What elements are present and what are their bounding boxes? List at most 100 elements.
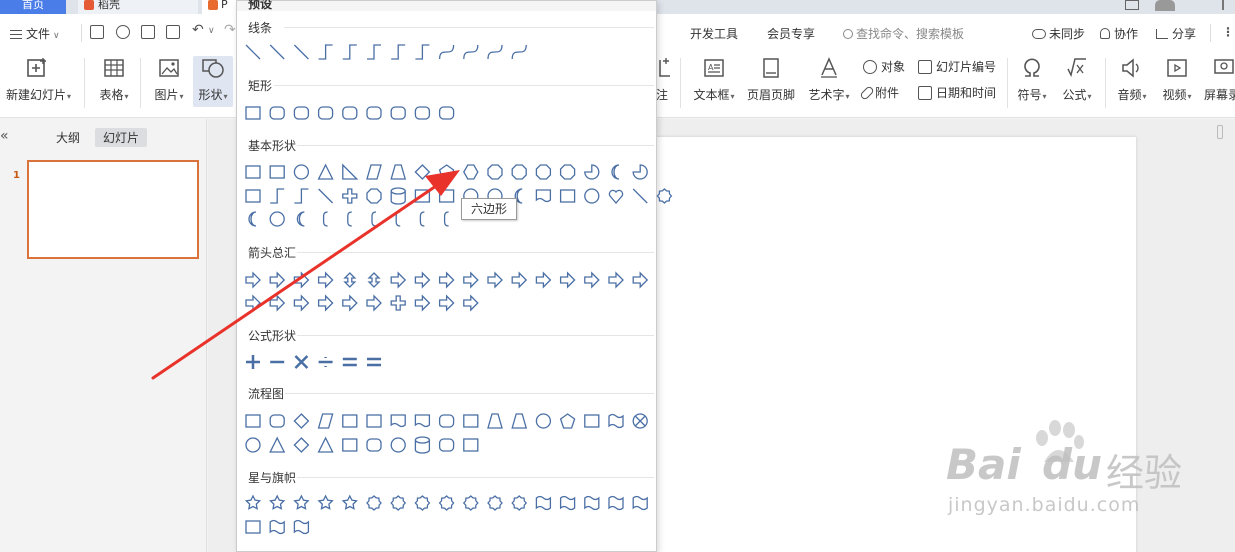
shape-flow-b-2[interactable] — [269, 436, 286, 453]
shape-arrow-a-11[interactable] — [487, 271, 503, 289]
shape-equation-1[interactable] — [246, 355, 260, 369]
shape-flow-b-8[interactable] — [414, 436, 431, 454]
shape-flow-b-3[interactable] — [293, 437, 310, 453]
shape-star-a-12[interactable] — [511, 495, 528, 511]
shape-basic-a-11[interactable] — [487, 164, 503, 180]
shape-basic-a-10[interactable] — [463, 164, 479, 180]
shape-equation-3[interactable] — [294, 355, 309, 369]
shape-line-8[interactable] — [415, 44, 430, 60]
shape-arrow-b-8[interactable] — [414, 294, 431, 312]
shape-basic-c-1[interactable] — [248, 211, 257, 227]
shape-star-a-14[interactable] — [559, 495, 576, 511]
shape-basic-a-7[interactable] — [390, 164, 407, 180]
shape-basic-b-9[interactable] — [438, 189, 455, 203]
shape-basic-c-8[interactable] — [419, 211, 425, 227]
shape-line-7[interactable] — [391, 44, 406, 60]
shape-basic-a-2[interactable] — [269, 165, 285, 179]
shape-basic-b-15[interactable] — [584, 188, 600, 204]
shape-basic-b-7[interactable] — [390, 187, 406, 205]
shape-basic-b-2[interactable] — [270, 188, 285, 204]
shape-star-b-3[interactable] — [293, 519, 310, 535]
shape-flow-a-8[interactable] — [414, 414, 431, 428]
shape-arrow-a-5[interactable] — [343, 272, 357, 288]
shape-basic-b-18[interactable] — [656, 188, 673, 204]
shape-rect-5[interactable] — [342, 106, 358, 120]
shape-flow-a-4[interactable] — [317, 413, 334, 429]
shape-star-b-2[interactable] — [269, 519, 285, 535]
shape-line-12[interactable] — [511, 44, 527, 60]
shape-line-3[interactable] — [293, 44, 309, 60]
shape-line-2[interactable] — [269, 44, 285, 60]
shape-arrow-a-15[interactable] — [584, 271, 600, 289]
shape-basic-a-5[interactable] — [342, 163, 359, 180]
shape-basic-b-16[interactable] — [608, 189, 624, 204]
shape-star-a-4[interactable] — [317, 494, 334, 510]
shape-star-a-9[interactable] — [438, 495, 455, 511]
shape-basic-c-3[interactable] — [296, 211, 305, 227]
shape-arrow-a-9[interactable] — [438, 271, 455, 289]
shape-star-a-1[interactable] — [244, 494, 262, 510]
shape-flow-a-1[interactable] — [245, 414, 261, 428]
shape-flow-b-1[interactable] — [245, 437, 261, 453]
shape-basic-b-6[interactable] — [366, 188, 382, 204]
shape-flow-a-11[interactable] — [487, 413, 503, 429]
shape-equation-6[interactable] — [367, 357, 381, 367]
shape-flow-a-12[interactable] — [511, 413, 528, 429]
shape-flow-a-2[interactable] — [269, 414, 285, 428]
shape-basic-c-4[interactable] — [322, 211, 328, 227]
shape-flow-b-5[interactable] — [342, 438, 358, 452]
shape-arrow-b-1[interactable] — [245, 294, 261, 312]
shape-star-a-5[interactable] — [341, 494, 358, 510]
shape-star-a-17[interactable] — [632, 495, 648, 511]
shape-basic-a-8[interactable] — [414, 164, 431, 180]
shape-star-b-1[interactable] — [245, 520, 261, 534]
shape-basic-b-8[interactable] — [414, 189, 431, 203]
shape-basic-b-5[interactable] — [342, 188, 358, 204]
shape-basic-a-16[interactable] — [611, 164, 620, 180]
shape-arrow-b-2[interactable] — [269, 294, 286, 312]
shape-basic-b-4[interactable] — [318, 188, 334, 204]
shape-basic-c-2[interactable] — [269, 211, 285, 227]
shape-line-6[interactable] — [367, 44, 381, 60]
shape-flow-a-10[interactable] — [463, 414, 479, 428]
shape-basic-b-1[interactable] — [245, 189, 261, 203]
shape-line-4[interactable] — [318, 44, 333, 60]
shape-flow-b-4[interactable] — [317, 436, 334, 453]
shape-flow-a-3[interactable] — [293, 413, 310, 429]
shape-flow-a-16[interactable] — [608, 413, 624, 429]
shape-arrow-a-7[interactable] — [390, 271, 407, 289]
shape-star-a-16[interactable] — [608, 495, 624, 511]
shape-basic-a-9[interactable] — [438, 164, 455, 180]
shape-arrow-a-8[interactable] — [414, 271, 431, 289]
shape-line-10[interactable] — [463, 44, 479, 60]
shape-arrow-a-16[interactable] — [608, 271, 624, 289]
shape-basic-b-13[interactable] — [535, 189, 552, 203]
shape-flow-a-6[interactable] — [366, 414, 382, 428]
shape-star-a-15[interactable] — [584, 495, 600, 511]
shape-basic-a-13[interactable] — [535, 164, 552, 180]
shape-star-a-8[interactable] — [414, 495, 431, 511]
shape-flow-b-6[interactable] — [366, 438, 382, 452]
shape-star-a-11[interactable] — [487, 495, 503, 511]
shape-rect-7[interactable] — [390, 106, 406, 120]
shape-arrow-a-3[interactable] — [293, 271, 310, 289]
shape-basic-b-3[interactable] — [294, 188, 309, 204]
shape-arrow-b-7[interactable] — [390, 295, 406, 311]
shape-flow-a-7[interactable] — [390, 414, 406, 428]
shape-arrow-b-5[interactable] — [342, 294, 358, 312]
shape-star-a-13[interactable] — [535, 495, 552, 511]
shape-rect-8[interactable] — [414, 106, 431, 120]
shape-flow-a-9[interactable] — [438, 414, 455, 428]
shape-basic-a-6[interactable] — [366, 164, 382, 180]
shape-rect-6[interactable] — [366, 106, 382, 120]
shape-basic-b-17[interactable] — [632, 188, 648, 204]
shape-arrow-a-2[interactable] — [269, 271, 286, 289]
shape-star-a-3[interactable] — [293, 494, 310, 510]
shape-basic-a-15[interactable] — [584, 164, 600, 180]
shape-basic-a-3[interactable] — [293, 164, 310, 180]
shape-line-5[interactable] — [342, 44, 357, 60]
shape-star-a-10[interactable] — [462, 495, 479, 511]
shape-star-a-2[interactable] — [269, 494, 286, 510]
shape-arrow-b-10[interactable] — [463, 294, 479, 312]
shape-flow-a-17[interactable] — [634, 415, 646, 427]
